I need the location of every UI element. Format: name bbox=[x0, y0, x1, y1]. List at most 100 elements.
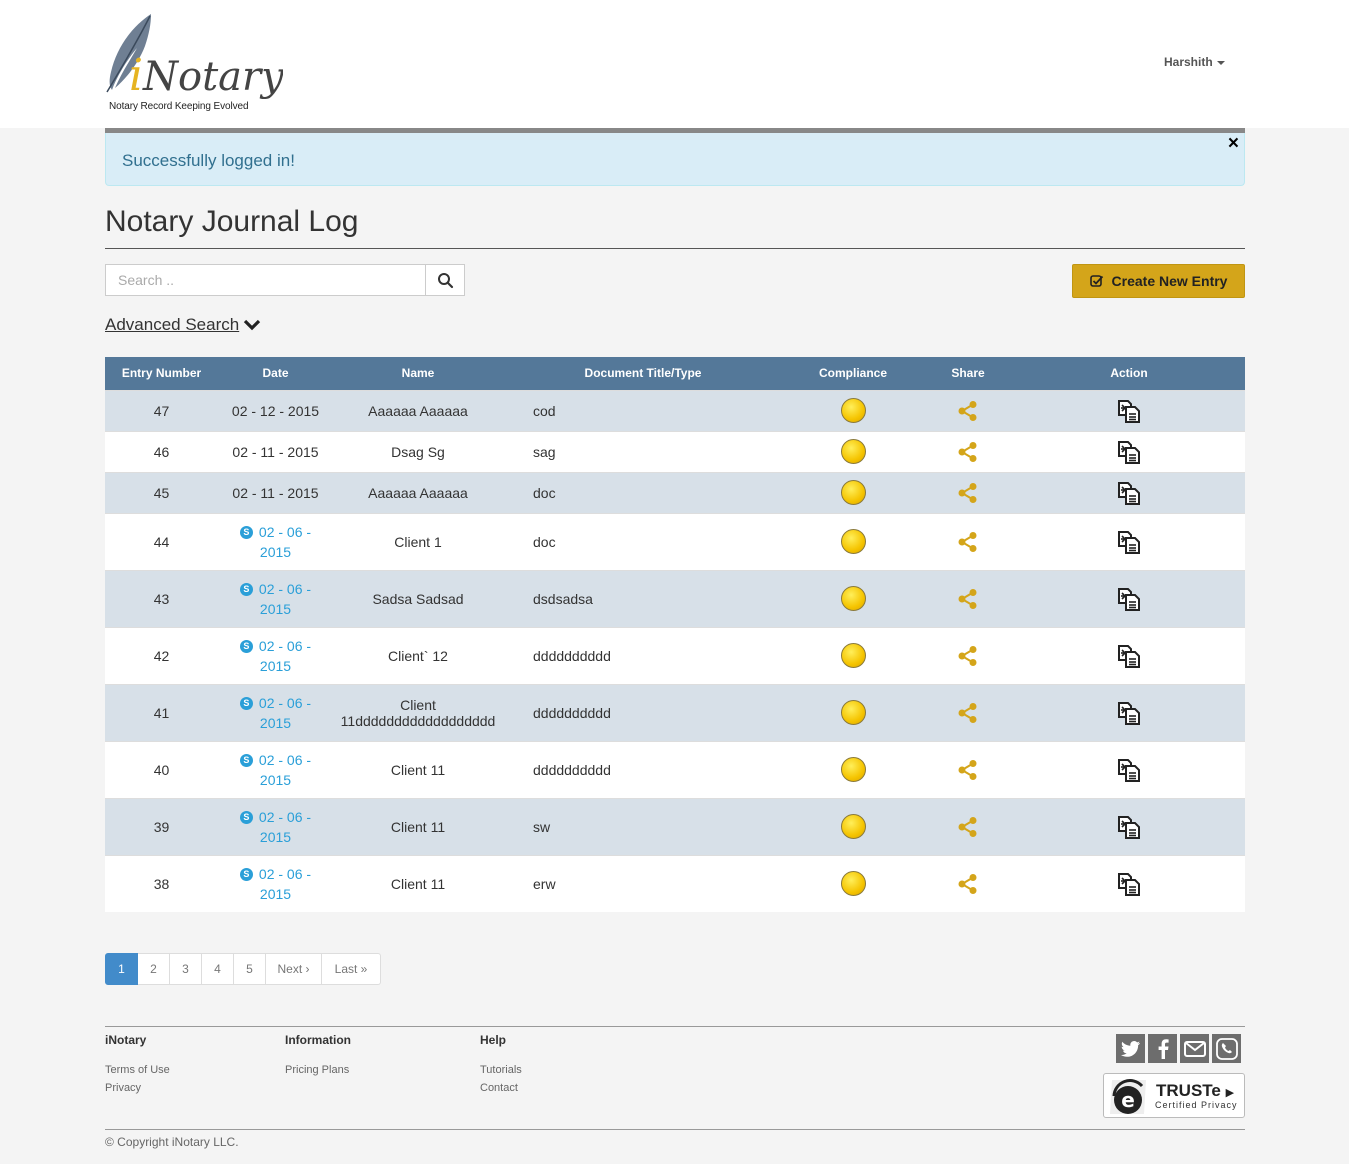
logo-tagline: Notary Record Keeping Evolved bbox=[109, 101, 249, 112]
facebook-icon[interactable] bbox=[1148, 1034, 1177, 1063]
copy-document-icon[interactable] bbox=[1117, 758, 1141, 782]
compliance-dot-icon[interactable] bbox=[840, 586, 866, 611]
share-icon[interactable] bbox=[957, 816, 979, 837]
page-3-button[interactable]: 3 bbox=[170, 953, 202, 985]
entry-number-cell: 43 bbox=[105, 569, 218, 627]
phone-icon[interactable] bbox=[1212, 1034, 1241, 1063]
entry-number-cell: 46 bbox=[105, 430, 218, 472]
table-row[interactable]: 38 S 02 - 06 -2015 Client 11 erw bbox=[105, 854, 1245, 912]
copy-document-icon[interactable] bbox=[1117, 440, 1141, 464]
column-header[interactable]: Entry Number bbox=[105, 357, 218, 390]
column-header[interactable]: Name bbox=[333, 357, 503, 390]
footer-link-privacy[interactable]: Privacy bbox=[105, 1079, 170, 1097]
next-page-button[interactable]: Next › bbox=[266, 953, 322, 985]
remote-date-link[interactable]: S 02 - 06 -2015 bbox=[239, 750, 311, 790]
compliance-dot-icon[interactable] bbox=[840, 700, 866, 725]
date-cell: 02 - 11 - 2015 bbox=[218, 471, 333, 513]
name-cell: Client 11 bbox=[333, 854, 503, 912]
compliance-cell bbox=[783, 430, 923, 472]
table-row[interactable]: 41 S 02 - 06 -2015 Client 11ddddddddddddddd… bbox=[105, 683, 1245, 741]
share-icon[interactable] bbox=[957, 873, 979, 894]
column-header[interactable]: Share bbox=[923, 357, 1013, 390]
page-5-button[interactable]: 5 bbox=[234, 953, 266, 985]
footer-link-tutorials[interactable]: Tutorials bbox=[480, 1061, 522, 1079]
email-icon[interactable] bbox=[1180, 1034, 1209, 1063]
page-4-button[interactable]: 4 bbox=[202, 953, 234, 985]
share-icon[interactable] bbox=[957, 441, 979, 462]
advanced-search-toggle[interactable]: Advanced Search bbox=[105, 315, 261, 335]
twitter-icon[interactable] bbox=[1116, 1034, 1145, 1063]
column-header[interactable]: Compliance bbox=[783, 357, 923, 390]
table-row[interactable]: 44 S 02 - 06 -2015 Client 1 doc bbox=[105, 512, 1245, 570]
compliance-dot-icon[interactable] bbox=[840, 480, 866, 505]
remote-date-link[interactable]: S 02 - 06 -2015 bbox=[239, 864, 311, 904]
column-header[interactable]: Date bbox=[218, 357, 333, 390]
remote-date-link[interactable]: S 02 - 06 -2015 bbox=[239, 579, 311, 619]
page-1-button[interactable]: 1 bbox=[105, 953, 138, 985]
copy-document-icon[interactable] bbox=[1117, 872, 1141, 896]
remote-date-link[interactable]: S 02 - 06 -2015 bbox=[239, 693, 311, 733]
table-row[interactable]: 43 S 02 - 06 -2015 Sadsa Sadsad dsdsadsa bbox=[105, 569, 1245, 627]
copy-document-icon[interactable] bbox=[1117, 587, 1141, 611]
share-icon[interactable] bbox=[957, 531, 979, 552]
compliance-dot-icon[interactable] bbox=[840, 529, 866, 554]
compliance-dot-icon[interactable] bbox=[840, 643, 866, 668]
entry-number-cell: 44 bbox=[105, 512, 218, 570]
entry-number-cell: 47 bbox=[105, 389, 218, 431]
table-row[interactable]: 47 02 - 12 - 2015 Aaaaaa Aaaaaa cod bbox=[105, 389, 1245, 431]
footer-column-information: Information Pricing Plans bbox=[285, 1033, 351, 1079]
share-icon[interactable] bbox=[957, 759, 979, 780]
share-icon[interactable] bbox=[957, 702, 979, 723]
copy-document-icon[interactable] bbox=[1117, 701, 1141, 725]
user-name: Harshith bbox=[1164, 55, 1213, 69]
share-icon[interactable] bbox=[957, 482, 979, 503]
compliance-dot-icon[interactable] bbox=[840, 814, 866, 839]
table-row[interactable]: 45 02 - 11 - 2015 Aaaaaa Aaaaaa doc bbox=[105, 471, 1245, 513]
copy-document-icon[interactable] bbox=[1117, 481, 1141, 505]
last-page-button[interactable]: Last » bbox=[322, 953, 381, 985]
table-row[interactable]: 40 S 02 - 06 -2015 Client 11 dddddddddd bbox=[105, 740, 1245, 798]
table-row[interactable]: 42 S 02 - 06 -2015 Client` 12 dddddddddd bbox=[105, 626, 1245, 684]
skype-icon: S bbox=[239, 810, 253, 824]
remote-date-link[interactable]: S 02 - 06 -2015 bbox=[239, 636, 311, 676]
create-new-entry-button[interactable]: Create New Entry bbox=[1072, 264, 1245, 298]
share-icon[interactable] bbox=[957, 588, 979, 609]
skype-icon: S bbox=[239, 639, 253, 653]
remote-date-link[interactable]: S 02 - 06 -2015 bbox=[239, 807, 311, 847]
close-icon[interactable]: × bbox=[1228, 134, 1239, 153]
compliance-dot-icon[interactable] bbox=[840, 439, 866, 464]
copy-document-icon[interactable] bbox=[1117, 530, 1141, 554]
skype-icon: S bbox=[239, 525, 253, 539]
footer-link-contact[interactable]: Contact bbox=[480, 1079, 522, 1097]
share-cell bbox=[923, 430, 1013, 472]
action-cell bbox=[1013, 569, 1245, 627]
date-cell: S 02 - 06 -2015 bbox=[218, 569, 333, 627]
compliance-dot-icon[interactable] bbox=[840, 757, 866, 782]
date-cell: 02 - 11 - 2015 bbox=[218, 430, 333, 472]
journal-table: Entry Number Date Name Document Title/Type C… bbox=[105, 357, 1245, 912]
table-row[interactable]: 39 S 02 - 06 -2015 Client 11 sw bbox=[105, 797, 1245, 855]
document-cell: sag bbox=[503, 430, 783, 472]
table-row[interactable]: 46 02 - 11 - 2015 Dsag Sg sag bbox=[105, 430, 1245, 472]
copy-document-icon[interactable] bbox=[1117, 644, 1141, 668]
share-cell bbox=[923, 512, 1013, 570]
footer-link-terms[interactable]: Terms of Use bbox=[105, 1061, 170, 1079]
compliance-dot-icon[interactable] bbox=[840, 871, 866, 897]
share-icon[interactable] bbox=[957, 400, 979, 421]
page-2-button[interactable]: 2 bbox=[138, 953, 170, 985]
remote-date-link[interactable]: S 02 - 06 -2015 bbox=[239, 522, 311, 562]
column-header[interactable]: Document Title/Type bbox=[503, 357, 783, 390]
footer-link-pricing[interactable]: Pricing Plans bbox=[285, 1061, 351, 1079]
truste-badge[interactable]: e TRUSTe ▶ Certified Privacy bbox=[1103, 1073, 1245, 1118]
share-icon[interactable] bbox=[957, 645, 979, 666]
copy-document-icon[interactable] bbox=[1117, 815, 1141, 839]
copy-document-icon[interactable] bbox=[1117, 399, 1141, 423]
column-header[interactable]: Action bbox=[1013, 357, 1245, 390]
action-cell bbox=[1013, 740, 1245, 798]
user-menu-dropdown[interactable]: Harshith bbox=[1164, 55, 1225, 69]
share-cell bbox=[923, 740, 1013, 798]
search-button[interactable] bbox=[425, 264, 465, 296]
compliance-dot-icon[interactable] bbox=[840, 398, 866, 423]
table-header-row: Entry Number Date Name Document Title/Type C… bbox=[105, 357, 1245, 390]
search-input[interactable] bbox=[105, 264, 426, 296]
